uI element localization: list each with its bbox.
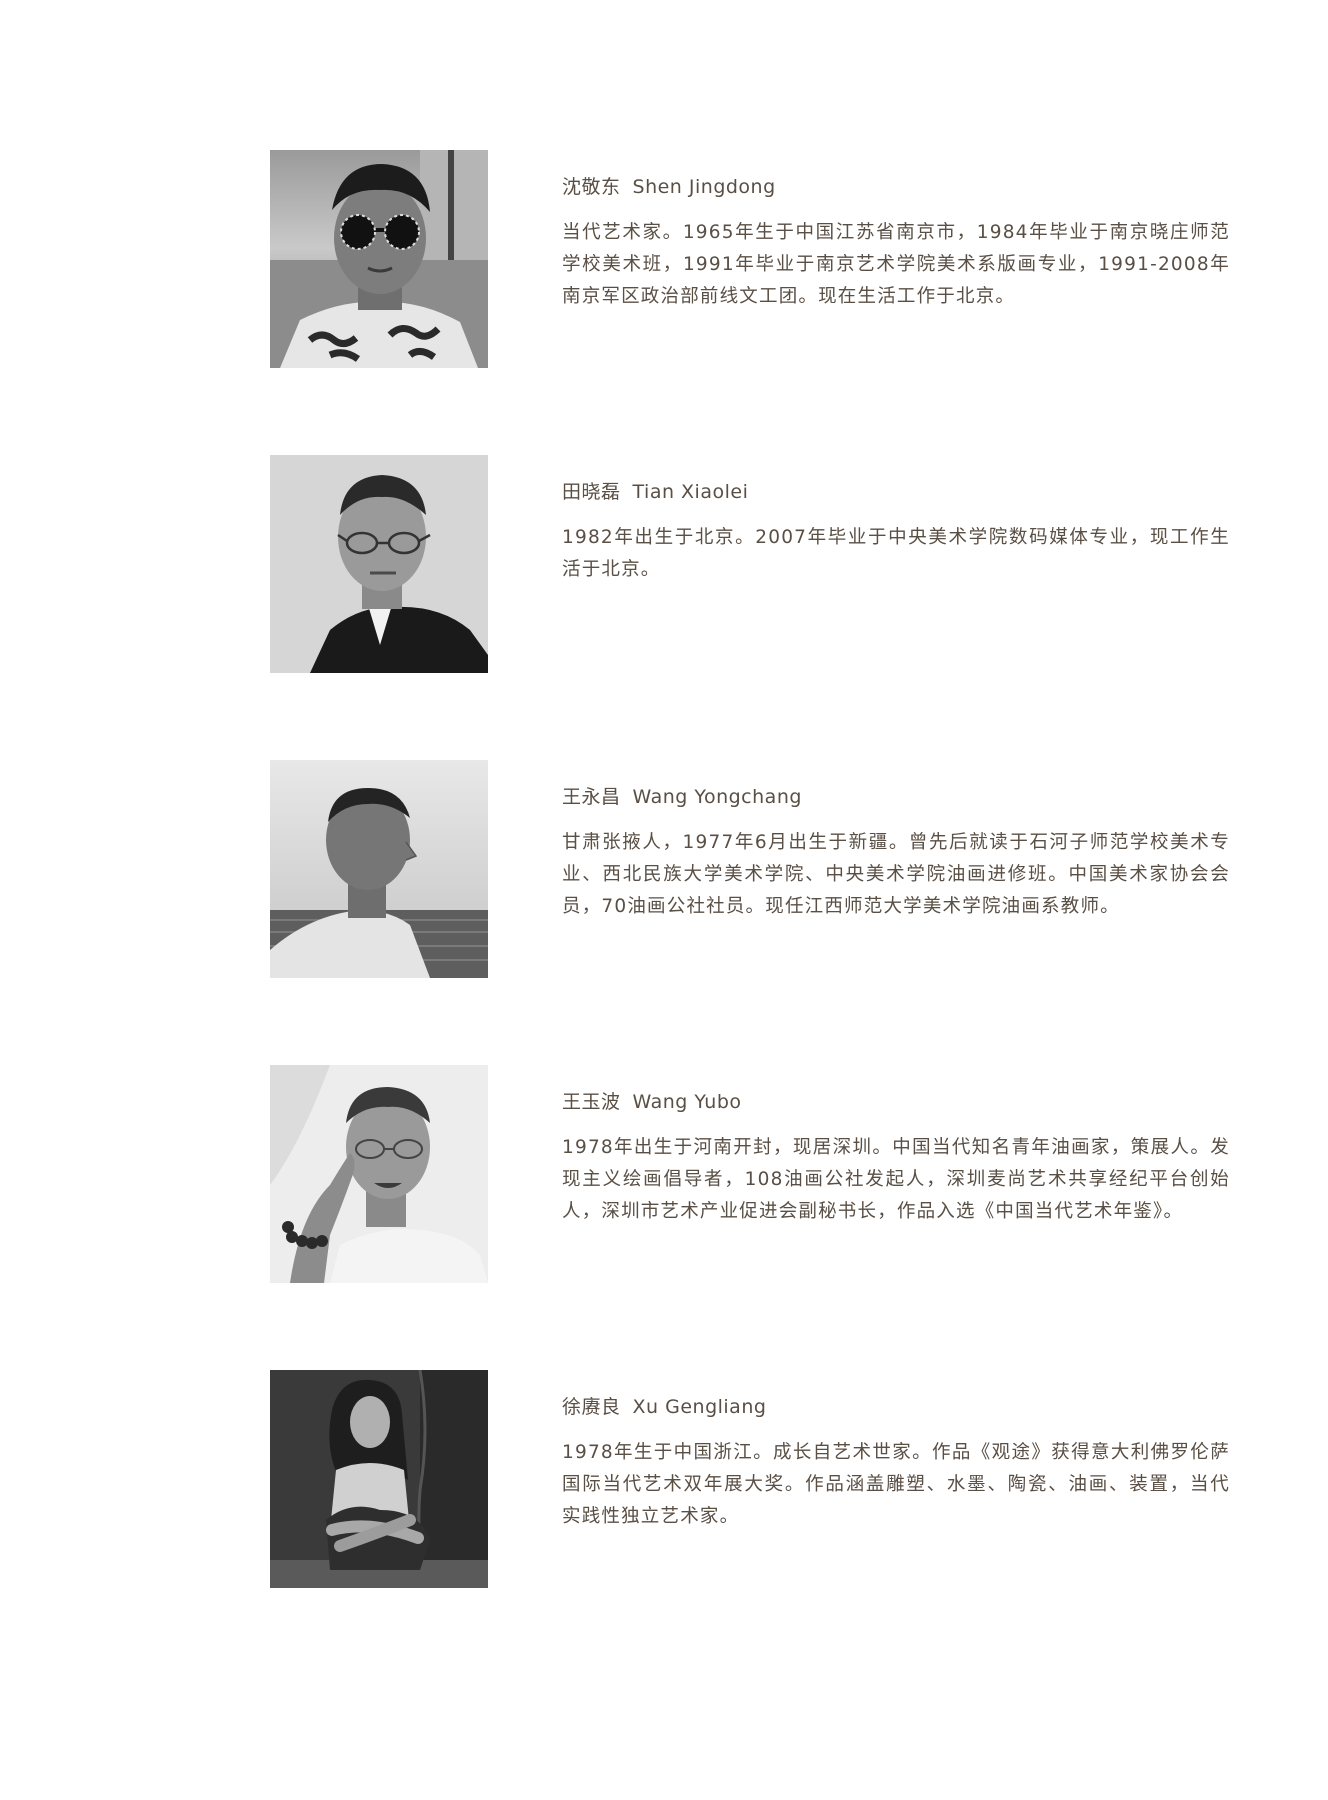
artist-name-cn: 田晓磊 (562, 481, 621, 503)
artist-name: 王玉波 Wang Yubo (562, 1087, 1230, 1114)
artist-name: 王永昌 Wang Yongchang (562, 782, 1230, 809)
artist-entry-xu-gengliang: 徐赓良 Xu Gengliang 1978年生于中国浙江。成长自艺术世家。作品《观… (270, 1370, 1230, 1588)
artist-name-en: Wang Yongchang (632, 786, 802, 808)
artist-portrait (270, 1065, 488, 1283)
artist-name-en: Shen Jingdong (632, 176, 776, 198)
artist-entry-wang-yubo: 王玉波 Wang Yubo 1978年出生于河南开封，现居深圳。中国当代知名青年油… (270, 1065, 1230, 1283)
portrait-photo (270, 455, 488, 673)
artist-name: 田晓磊 Tian Xiaolei (562, 477, 1230, 504)
artist-name: 徐赓良 Xu Gengliang (562, 1392, 1230, 1419)
artist-entry-tian-xiaolei: 田晓磊 Tian Xiaolei 1982年出生于北京。2007年毕业于中央美术学… (270, 455, 1230, 673)
artist-bio: 当代艺术家。1965年生于中国江苏省南京市，1984年毕业于南京晓庄师范学校美术… (562, 222, 1230, 307)
artist-info: 王永昌 Wang Yongchang 甘肃张掖人，1977年6月出生于新疆。曾先后… (562, 782, 1230, 923)
artist-name-cn: 徐赓良 (562, 1396, 621, 1418)
portrait-photo (270, 1370, 488, 1588)
artist-info: 王玉波 Wang Yubo 1978年出生于河南开封，现居深圳。中国当代知名青年油… (562, 1087, 1230, 1228)
artist-portrait (270, 455, 488, 673)
artist-name-cn: 王永昌 (562, 786, 621, 808)
artist-name-cn: 王玉波 (562, 1091, 621, 1113)
artist-bio: 1978年生于中国浙江。成长自艺术世家。作品《观途》获得意大利佛罗伦萨国际当代艺… (562, 1442, 1230, 1527)
artist-portrait (270, 150, 488, 368)
artist-portrait (270, 760, 488, 978)
artist-bio: 甘肃张掖人，1977年6月出生于新疆。曾先后就读于石河子师范学校美术专业、西北民… (562, 832, 1230, 917)
portrait-photo (270, 760, 488, 978)
artist-name: 沈敬东 Shen Jingdong (562, 172, 1230, 199)
artist-info: 徐赓良 Xu Gengliang 1978年生于中国浙江。成长自艺术世家。作品《观… (562, 1392, 1230, 1533)
artist-name-en: Xu Gengliang (632, 1396, 767, 1418)
artist-info: 沈敬东 Shen Jingdong 当代艺术家。1965年生于中国江苏省南京市，1… (562, 172, 1230, 313)
artist-entry-wang-yongchang: 王永昌 Wang Yongchang 甘肃张掖人，1977年6月出生于新疆。曾先后… (270, 760, 1230, 978)
artist-name-cn: 沈敬东 (562, 176, 621, 198)
artist-bio: 1982年出生于北京。2007年毕业于中央美术学院数码媒体专业，现工作生活于北京… (562, 527, 1230, 580)
portrait-photo (270, 1065, 488, 1283)
artist-name-en: Wang Yubo (632, 1091, 742, 1113)
artist-bio: 1978年出生于河南开封，现居深圳。中国当代知名青年油画家，策展人。发现主义绘画… (562, 1137, 1230, 1222)
artist-portrait (270, 1370, 488, 1588)
artist-name-en: Tian Xiaolei (632, 481, 749, 503)
artist-entry-shen-jingdong: 沈敬东 Shen Jingdong 当代艺术家。1965年生于中国江苏省南京市，1… (270, 150, 1230, 368)
portrait-photo (270, 150, 488, 368)
artist-info: 田晓磊 Tian Xiaolei 1982年出生于北京。2007年毕业于中央美术学… (562, 477, 1230, 586)
